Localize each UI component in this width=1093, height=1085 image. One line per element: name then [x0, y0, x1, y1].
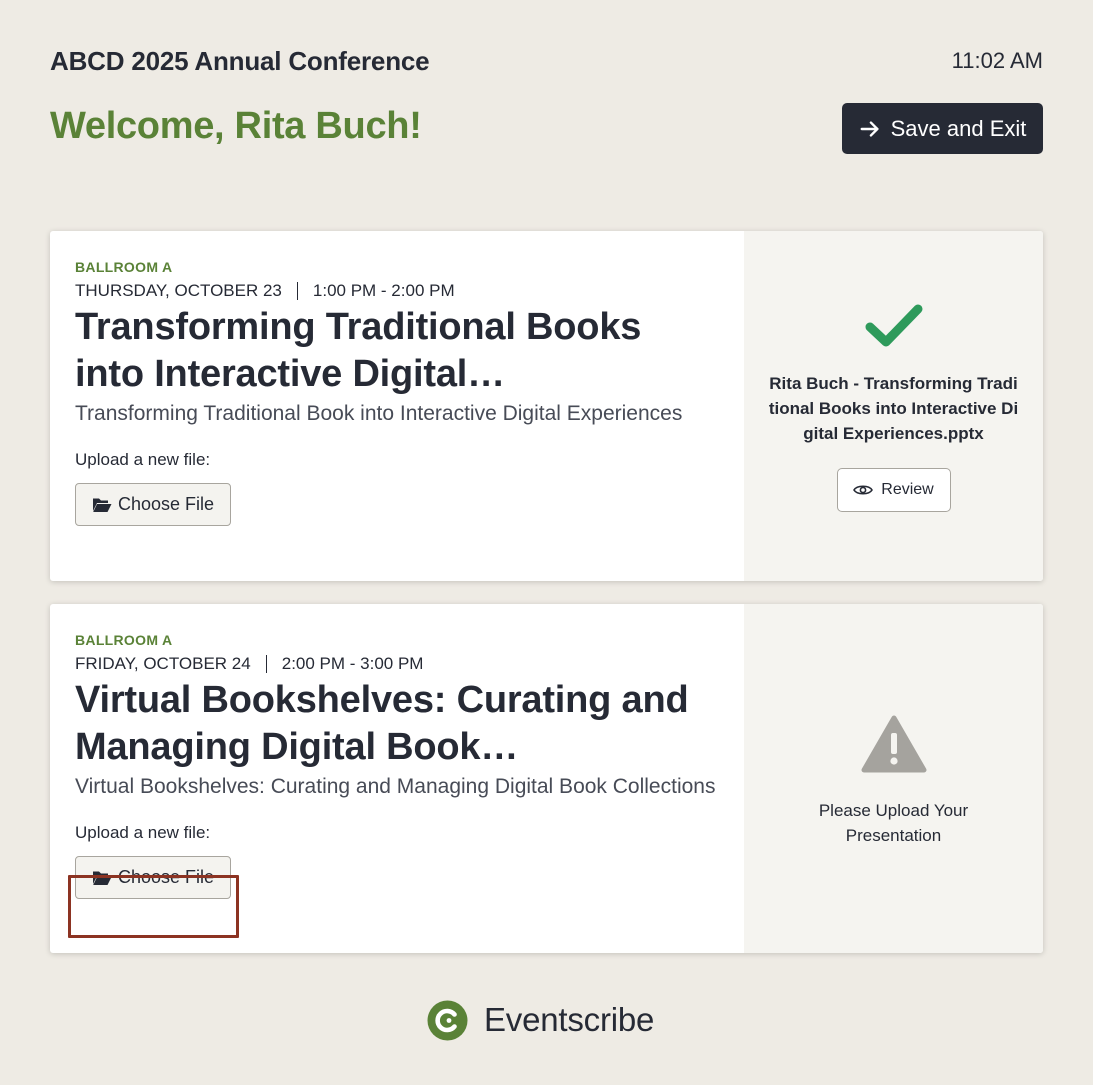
session-title: Transforming Traditional Books into Inte… — [75, 306, 642, 395]
session-title: Virtual Bookshelves: Curating and Managi… — [75, 679, 689, 768]
eventscribe-logo-icon — [427, 1000, 468, 1040]
brand-name: Eventscribe — [484, 1001, 655, 1038]
save-and-exit-label: Save and Exit — [890, 115, 1027, 141]
session-info: BALLROOM A THURSDAY, OCTOBER 23 1:00 PM … — [50, 231, 744, 581]
session-subtitle: Transforming Traditional Book into Inter… — [75, 402, 683, 425]
top-bar: ABCD 2025 Annual Conference 11:02 AM — [50, 46, 1043, 80]
session-room: BALLROOM A — [75, 632, 173, 648]
session-card: BALLROOM A THURSDAY, OCTOBER 23 1:00 PM … — [50, 231, 1043, 581]
session-date: FRIDAY, OCTOBER 24 — [75, 654, 251, 673]
uploaded-file-name: Rita Buch - Transforming Traditional Boo… — [768, 374, 1019, 443]
review-button[interactable]: Review — [836, 468, 951, 512]
welcome-heading: Welcome, Rita Buch! — [50, 105, 422, 147]
upload-status-panel: Please Upload Your Presentation — [744, 604, 1043, 953]
upload-status-panel: Rita Buch - Transforming Traditional Boo… — [744, 231, 1043, 581]
session-datetime: FRIDAY, OCTOBER 24 2:00 PM - 3:00 PM — [75, 653, 719, 675]
focus-highlight — [68, 875, 239, 938]
warning-icon — [861, 715, 926, 773]
folder-open-icon — [92, 498, 112, 512]
choose-file-button[interactable]: Choose File — [75, 483, 231, 526]
current-time: 11:02 AM — [951, 48, 1043, 73]
conference-title: ABCD 2025 Annual Conference — [50, 46, 430, 76]
session-time: 1:00 PM - 2:00 PM — [312, 281, 455, 300]
save-and-exit-button[interactable]: Save and Exit — [842, 103, 1043, 154]
eventscribe-logo: Eventscribe — [427, 998, 654, 1042]
session-subtitle: Virtual Bookshelves: Curating and Managi… — [75, 775, 716, 798]
upload-label: Upload a new file: — [75, 450, 211, 469]
upload-label: Upload a new file: — [75, 823, 211, 842]
arrow-right-icon — [860, 120, 879, 137]
choose-file-label: Choose File — [117, 494, 215, 514]
session-room: BALLROOM A — [75, 259, 173, 275]
upload-prompt: Please Upload Your Presentation — [818, 801, 969, 845]
check-icon — [865, 304, 922, 347]
session-date: THURSDAY, OCTOBER 23 — [75, 281, 282, 300]
divider — [265, 655, 267, 673]
session-time: 2:00 PM - 3:00 PM — [281, 654, 424, 673]
divider — [296, 282, 298, 300]
session-datetime: THURSDAY, OCTOBER 23 1:00 PM - 2:00 PM — [75, 280, 719, 302]
eye-icon — [853, 485, 874, 495]
review-label: Review — [881, 481, 934, 498]
